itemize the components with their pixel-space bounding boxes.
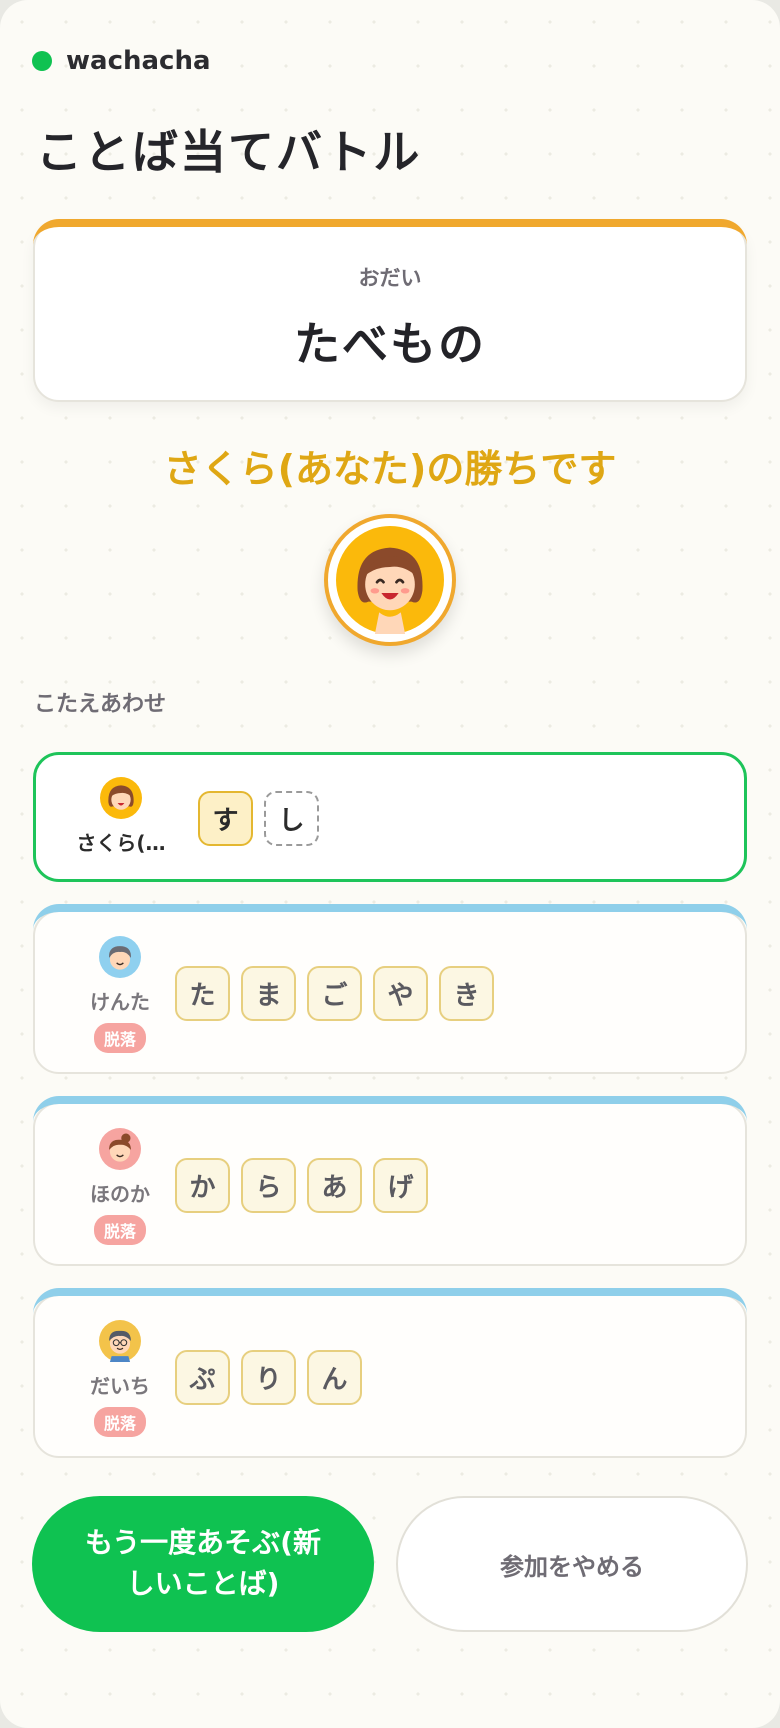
leave-button[interactable]: 参加をやめる xyxy=(396,1496,748,1632)
winner-message: さくら(あなた)の勝ちです xyxy=(163,447,617,491)
section-label: こたえあわせ xyxy=(34,692,167,717)
letter-tile: ん xyxy=(307,1350,362,1405)
topic-label: おだい xyxy=(358,266,422,290)
letter-tile: か xyxy=(175,1158,230,1213)
letter-tile: ら xyxy=(241,1158,296,1213)
player-name: けんた xyxy=(90,990,150,1014)
answer-card-sakura: さくら(… す し xyxy=(33,752,747,882)
answer-card-kenta: けんた 脱落 た ま ご や き xyxy=(33,904,747,1074)
avatar-girl-icon xyxy=(336,526,444,634)
player-info: ほのか 脱落 xyxy=(65,1128,175,1245)
answer-tiles: す し xyxy=(198,791,319,846)
status-badge: 脱落 xyxy=(93,1215,146,1245)
avatar-girl-bun-icon xyxy=(99,1128,141,1170)
status-dot-icon xyxy=(32,51,52,71)
letter-tile: ま xyxy=(241,966,296,1021)
letter-tile: た xyxy=(175,966,230,1021)
avatar-girl-icon xyxy=(100,777,142,819)
letter-tile-pending: し xyxy=(264,791,319,846)
avatar-boy-icon xyxy=(99,936,141,978)
player-info: だいち 脱落 xyxy=(65,1320,175,1437)
page-title: ことば当てバトル xyxy=(36,125,422,179)
winner-avatar xyxy=(324,514,456,646)
letter-tile: り xyxy=(241,1350,296,1405)
answer-tiles: か ら あ げ xyxy=(175,1158,428,1213)
letter-tile: き xyxy=(439,966,494,1021)
letter-tile: あ xyxy=(307,1158,362,1213)
player-name: さくら(… xyxy=(76,831,166,855)
answer-card-honoka: ほのか 脱落 か ら あ げ xyxy=(33,1096,747,1266)
letter-tile: ご xyxy=(307,966,362,1021)
topic-card: おだい たべもの xyxy=(33,222,747,402)
play-again-button[interactable]: もう一度あそぶ(新しいことば) xyxy=(32,1496,374,1632)
letter-tile: げ xyxy=(373,1158,428,1213)
letter-tile: す xyxy=(198,791,253,846)
letter-tile: ぷ xyxy=(175,1350,230,1405)
brand: wachacha xyxy=(32,46,211,76)
brand-name: wachacha xyxy=(66,46,211,76)
player-name: だいち xyxy=(90,1374,150,1398)
answer-tiles: ぷ り ん xyxy=(175,1350,362,1405)
answer-tiles: た ま ご や き xyxy=(175,966,494,1021)
status-badge: 脱落 xyxy=(93,1023,146,1053)
letter-tile: や xyxy=(373,966,428,1021)
player-info: さくら(… xyxy=(66,777,176,856)
avatar-boy-glasses-icon xyxy=(99,1320,141,1362)
answer-card-daichi: だいち 脱落 ぷ り ん xyxy=(33,1288,747,1458)
player-info: けんた 脱落 xyxy=(65,936,175,1053)
topic-value: たべもの xyxy=(294,317,486,371)
page: wachacha ことば当てバトル おだい たべもの さくら(あなた)の勝ちです… xyxy=(0,0,780,1728)
status-badge: 脱落 xyxy=(93,1407,146,1437)
player-name: ほのか xyxy=(90,1182,150,1206)
